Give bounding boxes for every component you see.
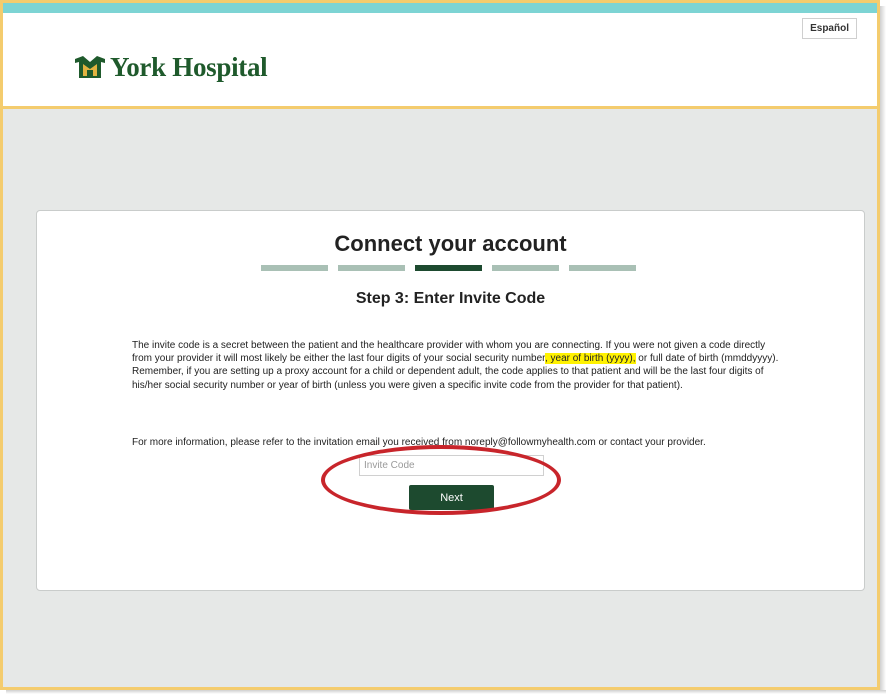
page-title: Connect your account — [334, 231, 567, 256]
step-subtitle: Step 3: Enter Invite Code — [355, 290, 546, 307]
connect-account-card: Connect your account Step 3: Enter Invit… — [36, 210, 865, 591]
step-1-indicator — [261, 265, 328, 271]
language-toggle-button[interactable]: Español — [802, 18, 857, 39]
top-accent-bar — [3, 3, 877, 13]
site-header: Español York Hospital — [3, 13, 877, 109]
step-5-indicator — [569, 265, 636, 271]
frame-shadow-right — [880, 6, 886, 694]
more-information-text: For more information, please refer to th… — [132, 437, 706, 448]
next-button[interactable]: Next — [409, 485, 494, 510]
step-4-indicator — [492, 265, 559, 271]
york-hospital-logo-icon — [75, 56, 105, 78]
frame-shadow-bottom — [6, 690, 886, 694]
step-2-indicator — [338, 265, 405, 271]
page-frame: Español York Hospital Connect your accou… — [0, 0, 880, 690]
hospital-logo: York Hospital — [73, 51, 268, 83]
step-progress-indicator — [261, 265, 636, 271]
highlighted-year-of-birth: , year of birth (yyyy), — [544, 353, 636, 365]
invite-code-input[interactable] — [359, 455, 544, 476]
step-3-indicator-active — [415, 265, 482, 271]
logo-text: York Hospital — [110, 51, 268, 82]
invite-code-explanation: The invite code is a secret between the … — [132, 339, 782, 392]
